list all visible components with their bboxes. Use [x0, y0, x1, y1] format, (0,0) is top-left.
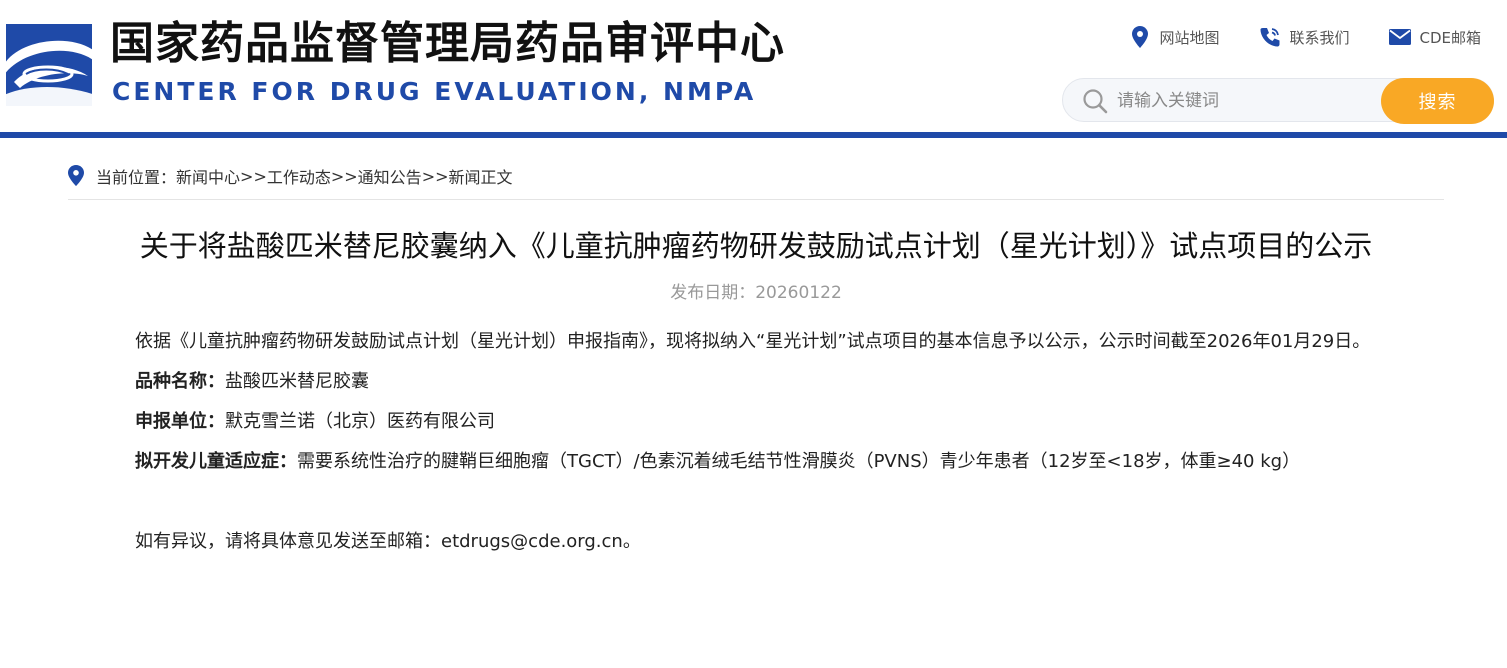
field-label: 拟开发儿童适应症： [135, 451, 297, 472]
field-label: 品种名称： [135, 371, 225, 392]
search-bar: 搜索 [1062, 78, 1494, 124]
map-pin-icon [1129, 26, 1151, 48]
cde-mail-link[interactable]: CDE邮箱 [1389, 26, 1481, 48]
breadcrumb-item-notices[interactable]: 通知公告 [358, 164, 422, 188]
intro-paragraph: 依据《儿童抗肿瘤药物研发鼓励试点计划（星光计划）申报指南》，现将拟纳入“星光计划… [135, 331, 1371, 352]
search-icon [1081, 87, 1109, 115]
site-title-en: CENTER FOR DRUG EVALUATION, NMPA [112, 77, 757, 106]
contact-suffix: 。 [622, 531, 641, 552]
publish-date: 发布日期：20260122 [670, 283, 842, 303]
site-title-cn: 国家药品监督管理局药品审评中心 [110, 18, 785, 69]
location-pin-icon [68, 165, 86, 187]
field-applicant: 申报单位：默克雪兰诺（北京）医药有限公司 [94, 402, 1410, 442]
mail-icon [1389, 26, 1412, 48]
contact-us-link-label: 联系我们 [1289, 28, 1350, 47]
contact-prefix: 如有异议，请将具体意见发送至邮箱： [135, 531, 441, 552]
breadcrumb-item-current: 新闻正文 [448, 168, 513, 187]
sitemap-link-label: 网站地图 [1159, 28, 1220, 47]
phone-icon [1259, 26, 1281, 48]
field-label: 申报单位： [135, 411, 225, 432]
field-value: 盐酸匹米替尼胶囊 [225, 371, 369, 392]
site-header: 国家药品监督管理局药品审评中心 CENTER FOR DRUG EVALUATI… [0, 0, 1507, 132]
search-button[interactable]: 搜索 [1381, 78, 1494, 124]
breadcrumb-separator: >> [330, 166, 358, 186]
contact-paragraph: 如有异议，请将具体意见发送至邮箱：etdrugs@cde.org.cn。 [94, 522, 1410, 562]
top-links: 网站地图 联系我们 CDE邮箱 [1129, 24, 1481, 50]
breadcrumb-separator: >> [421, 166, 449, 186]
contact-us-link[interactable]: 联系我们 [1259, 26, 1349, 48]
breadcrumb-item-work-updates[interactable]: 工作动态 [267, 164, 331, 188]
breadcrumb: 当前位置： 新闻中心 >> 工作动态 >> 通知公告 >> 新闻正文 [68, 163, 513, 189]
field-value: 需要系统性治疗的腱鞘巨细胞瘤（TGCT）/色素沉着绒毛结节性滑膜炎（PVNS）青… [297, 451, 1301, 472]
article-body: 依据《儿童抗肿瘤药物研发鼓励试点计划（星光计划）申报指南》，现将拟纳入“星光计划… [94, 322, 1410, 562]
cde-mail-link-label: CDE邮箱 [1419, 28, 1481, 47]
cde-logo[interactable] [6, 24, 92, 106]
field-pediatric-indication: 拟开发儿童适应症：需要系统性治疗的腱鞘巨细胞瘤（TGCT）/色素沉着绒毛结节性滑… [94, 442, 1410, 482]
breadcrumb-divider [68, 199, 1444, 200]
contact-email-link[interactable]: etdrugs@cde.org.cn [441, 531, 623, 552]
field-drug-name: 品种名称：盐酸匹米替尼胶囊 [94, 362, 1410, 402]
field-value: 默克雪兰诺（北京）医药有限公司 [225, 411, 495, 432]
breadcrumb-item-news-center[interactable]: 新闻中心 [176, 164, 240, 188]
sitemap-link[interactable]: 网站地图 [1129, 26, 1219, 48]
breadcrumb-separator: >> [240, 166, 267, 186]
breadcrumb-prefix: 当前位置： [96, 168, 177, 187]
article-title: 关于将盐酸匹米替尼胶囊纳入《儿童抗肿瘤药物研发鼓励试点计划（星光计划）》试点项目… [139, 229, 1373, 263]
search-input[interactable] [1117, 85, 1417, 117]
